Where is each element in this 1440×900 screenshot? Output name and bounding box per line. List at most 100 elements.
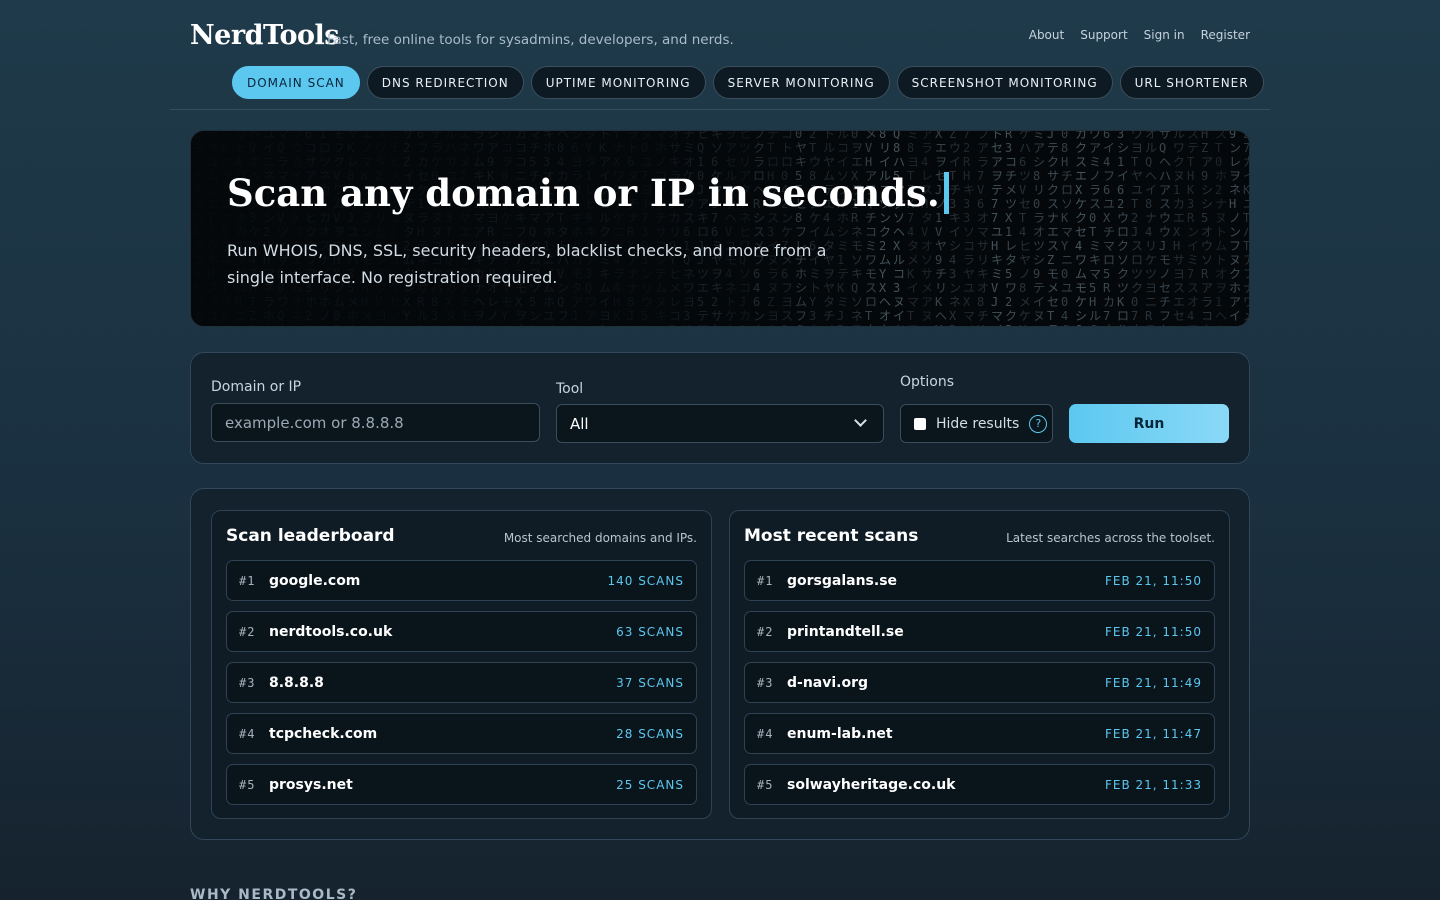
matrix-glyph-column: ワヨTヤユT2Jスロツク07ク xyxy=(1131,130,1144,326)
row-domain: nerdtools.co.uk xyxy=(269,623,393,640)
leaderboard-row[interactable]: #3 8.8.8.8 37 SCANS xyxy=(226,662,697,703)
leaderboard-title: Scan leaderboard xyxy=(226,526,395,546)
domain-input[interactable]: example.com or 8.8.8.8 xyxy=(211,403,540,442)
domain-label: Domain or IP xyxy=(211,379,302,395)
matrix-glyph-column: JテクサクスナエスZモメセTラ xyxy=(1047,130,1060,326)
row-rank: #5 xyxy=(757,777,774,792)
site-tagline: Fast, free online tools for sysadmins, d… xyxy=(327,32,734,48)
tool-tabs: DOMAIN SCAN DNS REDIRECTION UPTIME MONIT… xyxy=(232,66,1264,99)
nav-register-link[interactable]: Register xyxy=(1201,28,1250,42)
matrix-glyph-column: ワアミノラス0Tミキマ5Hルミ xyxy=(1089,130,1102,326)
matrix-glyph-column: ケハ6ツVセT4ヒヤノ8メケX xyxy=(1019,130,1032,326)
typing-cursor xyxy=(943,172,949,214)
row-rank: #3 xyxy=(757,675,774,690)
matrix-glyph-column: ステTHK3Rンイミ7スオ4ワ xyxy=(1187,130,1200,326)
row-scan-count: 63 SCANS xyxy=(616,624,684,639)
row-rank: #1 xyxy=(757,573,774,588)
scan-form-panel: Domain or IP example.com or 8.8.8.8 Tool… xyxy=(190,352,1250,464)
row-timestamp: FEB 21, 11:50 xyxy=(1104,573,1202,588)
row-domain: tcpcheck.com xyxy=(269,725,378,742)
matrix-glyph-column: Z7カイKニTハTアフナワメX xyxy=(1243,130,1250,326)
row-domain: solwayheritage.co.uk xyxy=(787,776,956,793)
header-divider xyxy=(170,109,1270,110)
run-button[interactable]: Run xyxy=(1069,404,1229,443)
matrix-glyph-column: サQヘハアスウウJモノセチフト xyxy=(1159,130,1172,326)
tool-label: Tool xyxy=(556,381,584,397)
leaderboard-row[interactable]: #4 tcpcheck.com 28 SCANS xyxy=(226,713,697,754)
leaderboard-description: Most searched domains and IPs. xyxy=(503,531,697,545)
matrix-glyph-column: フアラ7V6オマサリキオ8チY xyxy=(977,130,990,326)
row-domain: gorsgalans.se xyxy=(787,572,898,589)
row-rank: #1 xyxy=(239,573,256,588)
hide-results-checkbox[interactable] xyxy=(914,417,926,430)
row-timestamp: FEB 21, 11:50 xyxy=(1104,624,1202,639)
nav-signin-link[interactable]: Sign in xyxy=(1144,28,1185,42)
why-nerdtools-heading: WHY NERDTOOLS? xyxy=(190,887,358,900)
row-rank: #4 xyxy=(239,726,256,741)
matrix-glyph-column: ミアシ8リ0ラオツシ9テイヌコ xyxy=(1033,130,1046,326)
matrix-glyph-column: トセアヲテ77ユHキミVJマイ xyxy=(991,130,1004,326)
row-rank: #5 xyxy=(239,777,256,792)
recent-scan-row[interactable]: #1 gorsgalans.se FEB 21, 11:50 xyxy=(744,560,1215,601)
row-timestamp: FEB 21, 11:33 xyxy=(1104,777,1202,792)
recent-scan-row[interactable]: #4 enum-lab.net FEB 21, 11:47 xyxy=(744,713,1215,754)
tool-select-value: All xyxy=(570,414,589,433)
recent-scans-description: Latest searches across the toolset. xyxy=(1006,531,1215,545)
row-domain: google.com xyxy=(269,572,361,589)
row-timestamp: FEB 21, 11:49 xyxy=(1104,675,1202,690)
matrix-glyph-column: 3シ1イ62ウロクソクツKロル xyxy=(1117,130,1130,326)
recent-scan-row[interactable]: #5 solwayheritage.co.uk FEB 21, 11:33 xyxy=(744,764,1215,805)
recent-scans-card: Most recent scans Latest searches across… xyxy=(729,510,1230,819)
tab-server-monitoring[interactable]: SERVER MONITORING xyxy=(712,66,890,99)
recent-scans-list: #1 gorsgalans.se FEB 21, 11:50 #2 printandt… xyxy=(744,560,1215,815)
top-nav: About Support Sign in Register xyxy=(1029,28,1250,42)
leaderboard-list: #1 google.com 140 SCANS #2 nerdtools.co.uk 6… xyxy=(226,560,697,815)
leaderboard-card: Scan leaderboard Most searched domains a… xyxy=(211,510,712,819)
tool-select[interactable]: All xyxy=(556,404,884,443)
tab-dns-redirection[interactable]: DNS REDIRECTION xyxy=(366,66,524,99)
nav-support-link[interactable]: Support xyxy=(1080,28,1127,42)
hide-results-option: Hide results ? xyxy=(900,404,1053,443)
matrix-glyph-column: ミ8ヨTZX74タメKイマTワ xyxy=(907,130,920,326)
matrix-glyph-column: XエヲセJノ1Vヤ9チリKヘY xyxy=(935,130,948,326)
matrix-glyph-column: 6イ4フ6ユXチマロ5Rカ7ネ xyxy=(1103,130,1116,326)
hero-shade xyxy=(191,131,891,326)
chevron-down-icon xyxy=(854,414,867,427)
matrix-glyph-column: スT0ホ2ナヌトムトオヲ1ヘツ xyxy=(1215,130,1228,326)
row-rank: #3 xyxy=(239,675,256,690)
tab-domain-scan[interactable]: DOMAIN SCAN xyxy=(232,66,360,99)
row-scan-count: 25 SCANS xyxy=(616,777,684,792)
help-icon[interactable]: ? xyxy=(1029,414,1048,433)
leaderboard-row[interactable]: #5 prosys.net 25 SCANS xyxy=(226,764,697,805)
row-domain: prosys.net xyxy=(269,776,353,793)
matrix-glyph-column: ZウイTチ3キイシ43ンネX3 xyxy=(949,130,962,326)
tab-url-shortener[interactable]: URL SHORTENER xyxy=(1119,66,1264,99)
row-domain: printandtell.se xyxy=(787,623,904,640)
site-logo[interactable]: NerdTools xyxy=(190,20,339,51)
matrix-glyph-column: カクスエXケクセ4ワムモケシ6 xyxy=(1075,130,1088,326)
row-domain: enum-lab.net xyxy=(787,725,893,742)
matrix-glyph-column: 72RHキ33ソコラヤユXマノ xyxy=(963,130,976,326)
leaderboard-row[interactable]: #1 google.com 140 SCANS xyxy=(226,560,697,601)
options-label: Options xyxy=(900,374,955,390)
row-domain: 8.8.8.8 xyxy=(269,674,324,691)
matrix-glyph-column: アラ4レスHタVオソサメアヌン xyxy=(921,130,934,326)
nav-about-link[interactable]: About xyxy=(1029,28,1064,42)
row-timestamp: FEB 21, 11:47 xyxy=(1104,726,1202,741)
hero-banner: ムヨクチホメカXラフテ5ワカムヲサユムシエTJクホHスフユヲシKホタユニサ5ネネ… xyxy=(190,130,1250,327)
hero-title: Scan any domain or IP in seconds. xyxy=(227,171,949,215)
matrix-glyph-column: HZア9シシ5オウソRアラコム xyxy=(1201,130,1214,326)
row-scan-count: 140 SCANS xyxy=(607,573,684,588)
row-scan-count: 37 SCANS xyxy=(616,675,684,690)
recent-scan-row[interactable]: #2 printandtell.se FEB 21, 11:50 xyxy=(744,611,1215,652)
leaderboard-row[interactable]: #2 nerdtools.co.uk 63 SCANS xyxy=(226,611,697,652)
matrix-glyph-column: R3コチメツX1レタ5ワ2ク5 xyxy=(1005,130,1018,326)
recent-scans-title: Most recent scans xyxy=(744,526,919,546)
row-domain: d-navi.org xyxy=(787,674,869,691)
matrix-glyph-column: 9ンレヲネHノンフヌクホアイヘ xyxy=(1229,130,1242,326)
tab-screenshot-monitoring[interactable]: SCREENSHOT MONITORING xyxy=(896,66,1113,99)
matrix-glyph-column: Q8ハ5マタソヘXルコ3ヌイツ xyxy=(893,130,906,326)
matrix-glyph-column: ルワクヌ1カエXHサヨスエセコ xyxy=(1173,130,1186,326)
recent-scan-row[interactable]: #3 d-navi.org FEB 21, 11:49 xyxy=(744,662,1215,703)
tab-uptime-monitoring[interactable]: UPTIME MONITORING xyxy=(530,66,706,99)
